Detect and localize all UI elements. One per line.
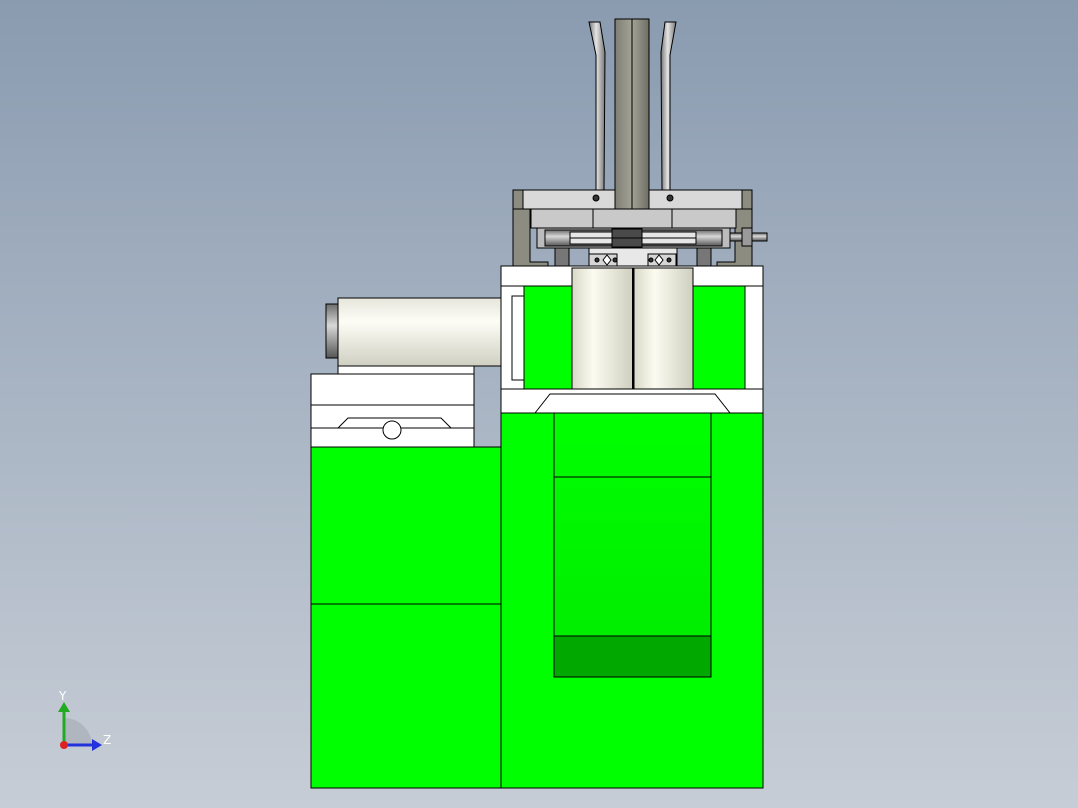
frame-left-notch (511, 295, 525, 381)
triad-xz-plane (64, 718, 92, 745)
base-body[interactable] (310, 412, 764, 789)
x-axis-icon (60, 741, 68, 749)
vertical-cylinder-right (633, 267, 694, 390)
cylinder-endcap (325, 303, 339, 359)
frame-chamfer (533, 393, 732, 414)
view-triad: Y Z (58, 689, 111, 751)
z-axis-label: Z (103, 733, 111, 747)
slide-hole (382, 420, 402, 440)
vertical-cylinder-left (571, 267, 634, 390)
mount-plate (530, 208, 737, 229)
bolt-right (666, 194, 674, 202)
vertical-cylinders[interactable] (571, 267, 694, 390)
cylinder-barrel (337, 297, 503, 367)
y-axis-label: Y (58, 689, 67, 703)
guide-rod-left (588, 21, 606, 191)
bolt-left (592, 194, 600, 202)
cad-viewport[interactable]: Y Z (0, 0, 1078, 808)
slot-bottom (553, 635, 712, 678)
guide-rod-right (660, 21, 677, 191)
frame-right-plate (744, 285, 764, 390)
upper-finger-assembly[interactable] (588, 18, 677, 210)
